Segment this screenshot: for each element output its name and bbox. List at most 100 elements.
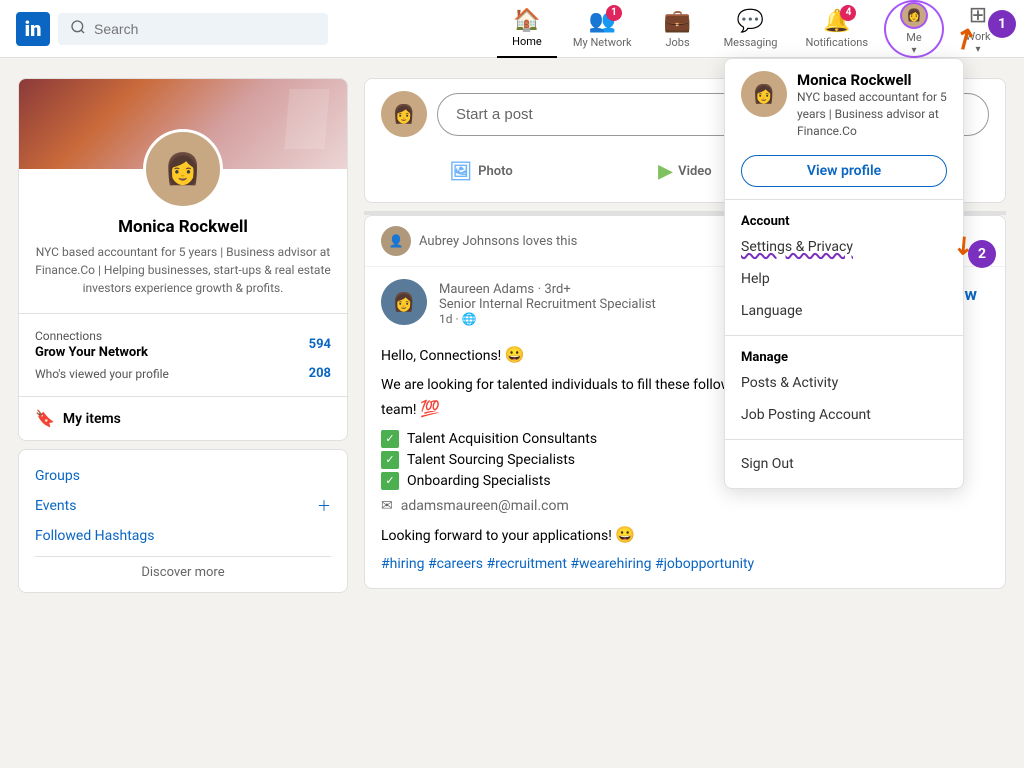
nav-network[interactable]: 👥 1 My Network <box>561 0 644 58</box>
language-label: Language <box>741 303 802 319</box>
profile-views-label: Who's viewed your profile <box>35 367 169 381</box>
annotation-circle-1: 1 <box>988 10 1016 38</box>
checkmark-icon-1: ✓ <box>381 430 399 448</box>
dropdown-account-section: Account Settings & Privacy Help Language <box>725 199 963 335</box>
video-icon: ▶ <box>658 161 672 182</box>
posts-activity-label: Posts & Activity <box>741 375 838 391</box>
dropdown-manage-section: Manage Posts & Activity Job Posting Acco… <box>725 335 963 439</box>
dropdown-user-info: Monica Rockwell NYC based accountant for… <box>797 71 947 139</box>
nav-home[interactable]: 🏠 Home <box>497 0 557 58</box>
hashtags-label: Followed Hashtags <box>35 528 155 544</box>
profile-card-bottom: 🔖 My items <box>19 396 347 440</box>
bookmark-icon: 🔖 <box>35 409 55 428</box>
profile-name: Monica Rockwell <box>35 217 331 237</box>
post-text-closing: Looking forward to your applications! 😀 <box>381 522 989 548</box>
work-icon: ⊞ <box>969 3 987 28</box>
job-posting-label: Job Posting Account <box>741 407 871 423</box>
profile-views-stat[interactable]: Who's viewed your profile 208 <box>35 363 331 384</box>
profile-avatar: 👩 <box>143 129 223 209</box>
groups-label: Groups <box>35 468 80 484</box>
email-icon: ✉ <box>381 498 393 514</box>
jobs-icon: 💼 <box>664 9 691 34</box>
left-sidebar: 👩 Monica Rockwell NYC based accountant f… <box>18 78 348 597</box>
profile-avatar-wrap: 👩 <box>19 129 347 209</box>
photo-action-button[interactable]: 🖼 Photo <box>381 153 581 190</box>
nav-jobs-label: Jobs <box>665 36 689 49</box>
messaging-icon: 💬 <box>737 9 764 34</box>
posts-activity-item[interactable]: Posts & Activity <box>725 367 963 399</box>
degree-badge: · 3rd+ <box>538 282 571 297</box>
linkedin-logo[interactable]: in <box>16 12 50 46</box>
my-items-link[interactable]: 🔖 My items <box>35 409 331 428</box>
hashtag-careers[interactable]: #careers <box>428 556 483 572</box>
nav-messaging[interactable]: 💬 Messaging <box>712 0 790 58</box>
events-plus-icon: ＋ <box>317 496 331 516</box>
hashtag-jobopportunity[interactable]: #jobopportunity <box>655 556 754 572</box>
nav-jobs[interactable]: 💼 Jobs <box>648 0 708 58</box>
language-item[interactable]: Language <box>725 295 963 327</box>
checkmark-icon-3: ✓ <box>381 472 399 490</box>
job-title-3: Onboarding Specialists <box>407 473 551 489</box>
activity-text: Aubrey Johnsons loves this <box>419 234 577 249</box>
connections-label: Connections Grow Your Network <box>35 329 148 360</box>
discover-more-link[interactable]: Discover more <box>35 556 331 580</box>
profile-bio: NYC based accountant for 5 years | Busin… <box>35 243 331 297</box>
post-hashtags: #hiring #careers #recruitment #wearehiri… <box>381 553 989 575</box>
nav-notifications[interactable]: 🔔 4 Notifications <box>793 0 880 58</box>
search-input[interactable] <box>94 21 316 37</box>
settings-privacy-item[interactable]: Settings & Privacy <box>725 231 963 263</box>
nav-notifications-label: Notifications <box>805 36 868 49</box>
help-label: Help <box>741 271 770 287</box>
nav-home-label: Home <box>512 35 542 48</box>
photo-label: Photo <box>478 164 513 179</box>
nav-me-label: Me <box>906 31 921 44</box>
network-icon: 👥 1 <box>589 9 616 34</box>
checkmark-icon-2: ✓ <box>381 451 399 469</box>
view-profile-button[interactable]: View profile <box>741 155 947 187</box>
connections-value: 594 <box>309 337 331 352</box>
grow-network-label: Grow Your Network <box>35 345 148 360</box>
contact-email-row: ✉ adamsmaureen@mail.com <box>381 498 989 514</box>
help-item[interactable]: Help <box>725 263 963 295</box>
header: in 🏠 Home 👥 1 My Network 💼 Jobs 💬 Mes <box>0 0 1024 58</box>
poster-avatar: 👩 <box>381 279 427 325</box>
notifications-badge: 4 <box>840 5 856 21</box>
settings-label: Settings & Privacy <box>741 239 853 255</box>
notifications-icon: 🔔 4 <box>823 9 850 34</box>
manage-section-label: Manage <box>725 344 963 367</box>
account-section-label: Account <box>725 208 963 231</box>
sign-out-item[interactable]: Sign Out <box>725 448 963 480</box>
job-posting-item[interactable]: Job Posting Account <box>725 399 963 431</box>
home-icon: 🏠 <box>513 8 540 33</box>
profile-card: 👩 Monica Rockwell NYC based accountant f… <box>18 78 348 441</box>
sidebar-item-hashtags[interactable]: Followed Hashtags <box>35 522 331 550</box>
nav-network-label: My Network <box>573 36 632 49</box>
me-dropdown: 👩 Monica Rockwell NYC based accountant f… <box>724 58 964 489</box>
search-icon <box>70 19 86 39</box>
search-box <box>58 13 328 45</box>
sidebar-item-events[interactable]: Events ＋ <box>35 490 331 522</box>
hashtag-recruitment[interactable]: #recruitment <box>486 556 566 572</box>
sign-out-label: Sign Out <box>741 456 794 472</box>
video-label: Video <box>678 164 712 179</box>
job-title-1: Talent Acquisition Consultants <box>407 431 597 447</box>
dropdown-header: 👩 Monica Rockwell NYC based accountant f… <box>725 59 963 151</box>
dropdown-avatar: 👩 <box>741 71 787 117</box>
network-badge: 1 <box>606 5 622 21</box>
hashtag-wearehiring[interactable]: #wearehiring <box>570 556 651 572</box>
dropdown-bio: NYC based accountant for 5 years | Busin… <box>797 89 947 139</box>
profile-info: Monica Rockwell NYC based accountant for… <box>19 209 347 313</box>
profile-views-value: 208 <box>309 366 331 381</box>
contact-email: adamsmaureen@mail.com <box>401 498 569 514</box>
sidebar-item-groups[interactable]: Groups <box>35 462 331 490</box>
connections-stat[interactable]: Connections Grow Your Network 594 <box>35 326 331 363</box>
sidebar-links: Groups Events ＋ Followed Hashtags Discov… <box>18 449 348 593</box>
events-label: Events <box>35 498 76 514</box>
dropdown-signout-section: Sign Out <box>725 439 963 488</box>
activity-avatar: 👤 <box>381 226 411 256</box>
profile-stats: Connections Grow Your Network 594 Who's … <box>19 313 347 396</box>
main-nav: 🏠 Home 👥 1 My Network 💼 Jobs 💬 Messaging… <box>497 0 1008 58</box>
hashtag-hiring[interactable]: #hiring <box>381 556 424 572</box>
globe-icon: 🌐 <box>462 312 477 326</box>
nav-me[interactable]: 👩 Me ▾ <box>884 0 944 58</box>
